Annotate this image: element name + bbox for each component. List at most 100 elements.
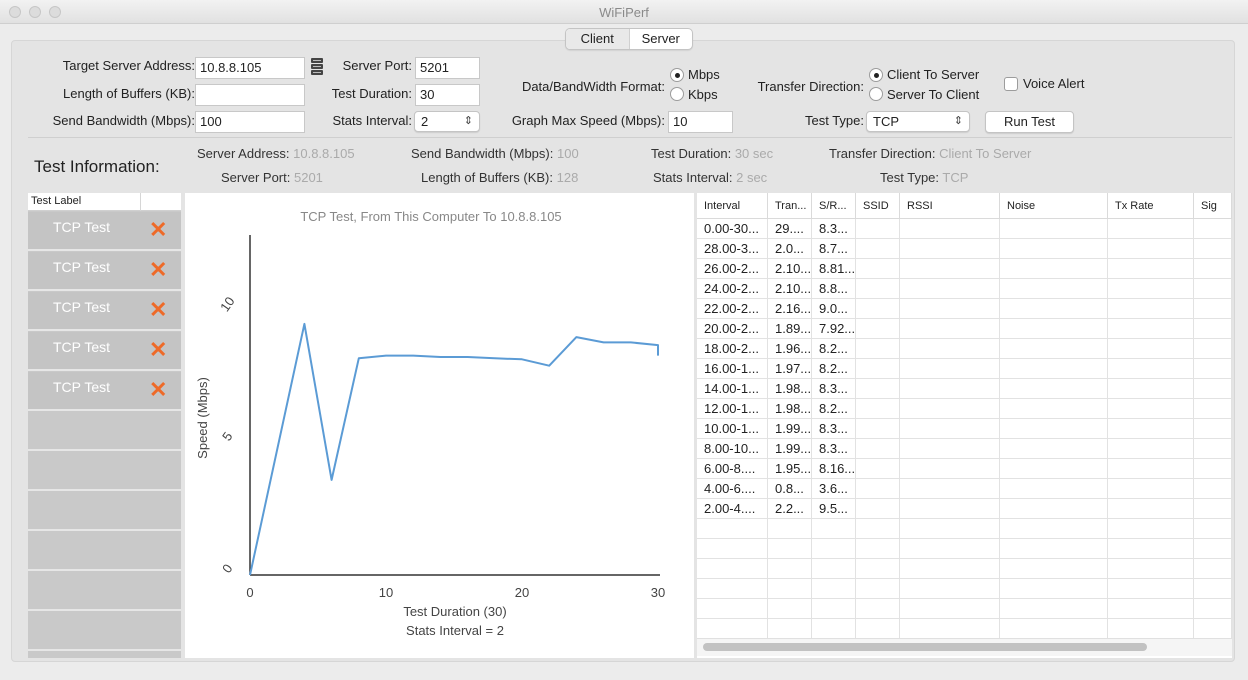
info-label: Length of Buffers (KB):: [421, 170, 553, 185]
table-cell: [856, 339, 900, 359]
table-cell: 2.10...: [768, 259, 812, 279]
table-cell: [1194, 459, 1232, 479]
table-row[interactable]: [697, 519, 1232, 539]
table-cell: [1108, 259, 1194, 279]
table-row[interactable]: 26.00-2... 2.10... 8.81...: [697, 259, 1232, 279]
table-cell: [900, 459, 1000, 479]
table-cell: [1000, 519, 1108, 539]
table-cell: 8.00-10...: [697, 439, 768, 459]
send-bandwidth-label: Send Bandwidth (Mbps):: [52, 113, 195, 128]
table-row[interactable]: 16.00-1... 1.97... 8.2...: [697, 359, 1232, 379]
table-row[interactable]: [697, 619, 1232, 639]
table-row[interactable]: 24.00-2... 2.10... 8.8...: [697, 279, 1232, 299]
send-bandwidth-input[interactable]: 100: [195, 111, 305, 133]
table-cell: [1194, 259, 1232, 279]
column-header[interactable]: Noise: [1000, 193, 1108, 219]
table-cell: [856, 419, 900, 439]
info-label: Stats Interval:: [653, 170, 733, 185]
table-cell: [900, 619, 1000, 639]
tab-server[interactable]: Server: [630, 29, 693, 49]
table-row[interactable]: 8.00-10... 1.99... 8.3...: [697, 439, 1232, 459]
buffers-input[interactable]: [195, 84, 305, 106]
table-cell: [900, 539, 1000, 559]
column-header[interactable]: S/R...: [812, 193, 856, 219]
column-header[interactable]: Tx Rate: [1108, 193, 1194, 219]
table-cell: [856, 499, 900, 519]
chart-x-tick-label: 0: [246, 585, 253, 600]
table-cell: [768, 579, 812, 599]
table-row[interactable]: 12.00-1... 1.98... 8.2...: [697, 399, 1232, 419]
stats-interval-value: 2: [421, 114, 429, 129]
horizontal-scrollbar[interactable]: [703, 643, 1147, 651]
table-cell: [1000, 319, 1108, 339]
table-cell: [1108, 299, 1194, 319]
table-cell: [900, 339, 1000, 359]
delete-test-icon[interactable]: ✕: [149, 379, 167, 401]
table-cell: 8.3...: [812, 439, 856, 459]
test-duration-input[interactable]: 30: [415, 84, 480, 106]
delete-test-icon[interactable]: ✕: [149, 259, 167, 281]
stats-interval-select[interactable]: 2 ⇕: [414, 111, 480, 132]
table-row[interactable]: [697, 559, 1232, 579]
table-cell: [1108, 239, 1194, 259]
table-row[interactable]: 0.00-30... 29.... 8.3...: [697, 219, 1232, 239]
table-row[interactable]: 22.00-2... 2.16... 9.0...: [697, 299, 1232, 319]
test-list-item[interactable]: TCP Test ✕: [28, 212, 181, 251]
empty-list-cell: [28, 572, 181, 611]
table-row[interactable]: [697, 579, 1232, 599]
column-header[interactable]: Tran...: [768, 193, 812, 219]
test-list-item[interactable]: TCP Test ✕: [28, 332, 181, 371]
table-row[interactable]: 14.00-1... 1.98... 8.3...: [697, 379, 1232, 399]
table-cell: 8.3...: [812, 219, 856, 239]
format-kbps-radio[interactable]: [670, 87, 684, 101]
table-cell: [1000, 459, 1108, 479]
table-row[interactable]: [697, 539, 1232, 559]
table-cell: 2.00-4....: [697, 499, 768, 519]
chart-y-tick-label: 0: [219, 561, 235, 576]
table-row[interactable]: 28.00-3... 2.0... 8.7...: [697, 239, 1232, 259]
info-duration: Test Duration: 30 sec: [651, 146, 773, 161]
table-cell: [1000, 339, 1108, 359]
run-test-button[interactable]: Run Test: [985, 111, 1074, 133]
delete-test-icon[interactable]: ✕: [149, 219, 167, 241]
table-cell: [1000, 219, 1108, 239]
table-row[interactable]: 4.00-6.... 0.8... 3.6...: [697, 479, 1232, 499]
info-value: 2 sec: [736, 170, 768, 185]
test-list-item[interactable]: TCP Test ✕: [28, 292, 181, 331]
direction-client-radio[interactable]: [869, 68, 883, 82]
table-row[interactable]: 20.00-2... 1.89... 7.92...: [697, 319, 1232, 339]
updown-chevron-icon: ⇕: [953, 115, 963, 127]
format-mbps-radio[interactable]: [670, 68, 684, 82]
column-header[interactable]: SSID: [856, 193, 900, 219]
column-header[interactable]: Interval: [697, 193, 768, 219]
delete-test-icon[interactable]: ✕: [149, 299, 167, 321]
direction-label: Transfer Direction:: [757, 79, 864, 94]
table-cell: 16.00-1...: [697, 359, 768, 379]
delete-test-icon[interactable]: ✕: [149, 339, 167, 361]
table-cell: [1108, 399, 1194, 419]
voice-alert-checkbox[interactable]: [1004, 77, 1018, 91]
test-type-select[interactable]: TCP ⇕: [866, 111, 970, 132]
column-header[interactable]: Sig: [1194, 193, 1232, 219]
table-row[interactable]: 18.00-2... 1.96... 8.2...: [697, 339, 1232, 359]
table-cell: [856, 239, 900, 259]
table-row[interactable]: 10.00-1... 1.99... 8.3...: [697, 419, 1232, 439]
table-cell: [1108, 339, 1194, 359]
table-cell: [856, 479, 900, 499]
table-row[interactable]: 2.00-4.... 2.2... 9.5...: [697, 499, 1232, 519]
table-row[interactable]: [697, 599, 1232, 619]
graph-max-input[interactable]: 10: [668, 111, 733, 133]
table-cell: [1108, 619, 1194, 639]
test-list-item[interactable]: TCP Test ✕: [28, 372, 181, 411]
server-port-input[interactable]: 5201: [415, 57, 480, 79]
tab-client[interactable]: Client: [566, 29, 630, 49]
test-item-label: TCP Test: [53, 219, 111, 235]
info-send-bandwidth: Send Bandwidth (Mbps): 100: [411, 146, 579, 161]
table-row[interactable]: 6.00-8.... 1.95... 8.16...: [697, 459, 1232, 479]
target-server-input[interactable]: 10.8.8.105: [195, 57, 305, 79]
column-header[interactable]: RSSI: [900, 193, 1000, 219]
direction-server-radio[interactable]: [869, 87, 883, 101]
table-cell: [1108, 419, 1194, 439]
test-list-item[interactable]: TCP Test ✕: [28, 252, 181, 291]
table-cell: [1000, 259, 1108, 279]
